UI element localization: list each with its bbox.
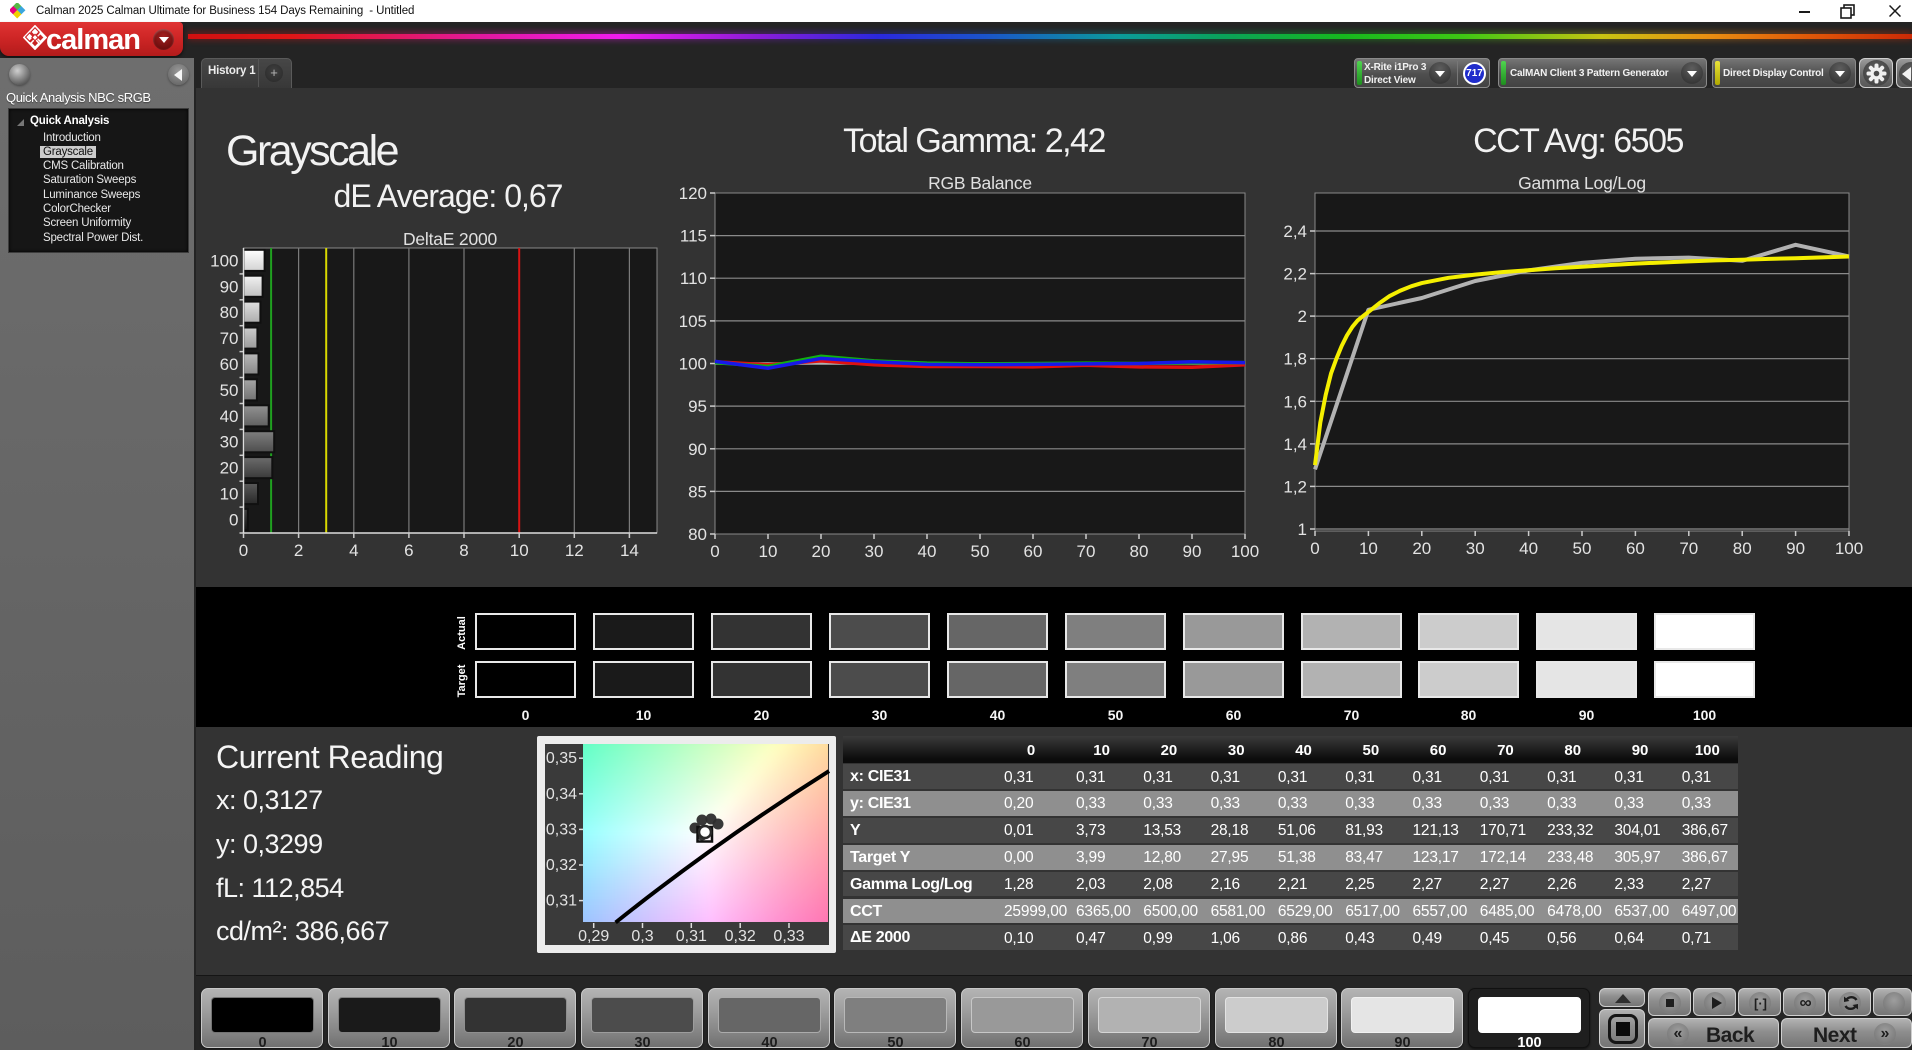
svg-text:0,3: 0,3 — [631, 928, 653, 945]
svg-text:90: 90 — [220, 277, 239, 296]
svg-text:90: 90 — [1786, 539, 1805, 558]
svg-text:60: 60 — [1024, 542, 1043, 561]
svg-text:8: 8 — [459, 541, 468, 560]
svg-text:30: 30 — [220, 433, 239, 452]
svg-text:1,2: 1,2 — [1283, 477, 1307, 496]
svg-text:100: 100 — [210, 251, 238, 270]
svg-text:30: 30 — [865, 542, 884, 561]
svg-text:95: 95 — [688, 397, 707, 416]
svg-text:1,8: 1,8 — [1283, 350, 1307, 369]
svg-text:80: 80 — [688, 525, 707, 544]
svg-text:70: 70 — [220, 329, 239, 348]
svg-text:70: 70 — [1679, 539, 1698, 558]
svg-text:20: 20 — [220, 459, 239, 478]
svg-text:50: 50 — [220, 381, 239, 400]
svg-text:10: 10 — [510, 541, 529, 560]
svg-text:2: 2 — [294, 541, 303, 560]
svg-text:105: 105 — [680, 312, 707, 331]
svg-text:0: 0 — [1310, 539, 1319, 558]
svg-text:85: 85 — [688, 482, 707, 501]
svg-text:100: 100 — [1835, 539, 1863, 558]
svg-text:0,34: 0,34 — [546, 786, 577, 803]
svg-text:80: 80 — [1130, 542, 1149, 561]
svg-text:12: 12 — [565, 541, 584, 560]
svg-text:50: 50 — [1573, 539, 1592, 558]
svg-text:2,2: 2,2 — [1283, 265, 1307, 284]
svg-text:80: 80 — [220, 303, 239, 322]
svg-text:0,32: 0,32 — [725, 928, 756, 945]
svg-text:2: 2 — [1298, 307, 1307, 326]
svg-text:0: 0 — [710, 542, 719, 561]
svg-text:0,33: 0,33 — [773, 928, 804, 945]
svg-text:4: 4 — [349, 541, 358, 560]
svg-text:0,29: 0,29 — [578, 928, 609, 945]
svg-text:1: 1 — [1298, 520, 1307, 539]
svg-text:115: 115 — [680, 227, 707, 246]
svg-text:0,35: 0,35 — [546, 750, 577, 767]
svg-text:2,4: 2,4 — [1283, 222, 1307, 241]
svg-text:10: 10 — [1359, 539, 1378, 558]
svg-text:90: 90 — [1183, 542, 1202, 561]
svg-text:100: 100 — [1231, 542, 1259, 561]
svg-text:60: 60 — [220, 355, 239, 374]
svg-text:40: 40 — [220, 407, 239, 426]
svg-text:0,31: 0,31 — [546, 893, 577, 910]
svg-text:6: 6 — [404, 541, 413, 560]
svg-text:40: 40 — [918, 542, 937, 561]
svg-text:0: 0 — [229, 510, 238, 529]
svg-text:70: 70 — [1077, 542, 1096, 561]
svg-text:10: 10 — [759, 542, 778, 561]
svg-text:100: 100 — [680, 355, 707, 374]
svg-text:20: 20 — [812, 542, 831, 561]
svg-text:10: 10 — [220, 485, 239, 504]
svg-text:1,4: 1,4 — [1283, 435, 1307, 454]
svg-text:14: 14 — [620, 541, 639, 560]
svg-text:120: 120 — [680, 184, 707, 203]
svg-text:60: 60 — [1626, 539, 1645, 558]
svg-text:40: 40 — [1519, 539, 1538, 558]
svg-text:110: 110 — [680, 269, 707, 288]
svg-text:0,31: 0,31 — [676, 928, 707, 945]
svg-text:90: 90 — [688, 440, 707, 459]
svg-text:0,32: 0,32 — [546, 857, 577, 874]
svg-text:50: 50 — [971, 542, 990, 561]
svg-text:0: 0 — [239, 541, 248, 560]
svg-text:0,33: 0,33 — [546, 821, 577, 838]
svg-text:1,6: 1,6 — [1283, 392, 1307, 411]
svg-text:30: 30 — [1466, 539, 1485, 558]
svg-text:80: 80 — [1733, 539, 1752, 558]
svg-text:20: 20 — [1412, 539, 1431, 558]
